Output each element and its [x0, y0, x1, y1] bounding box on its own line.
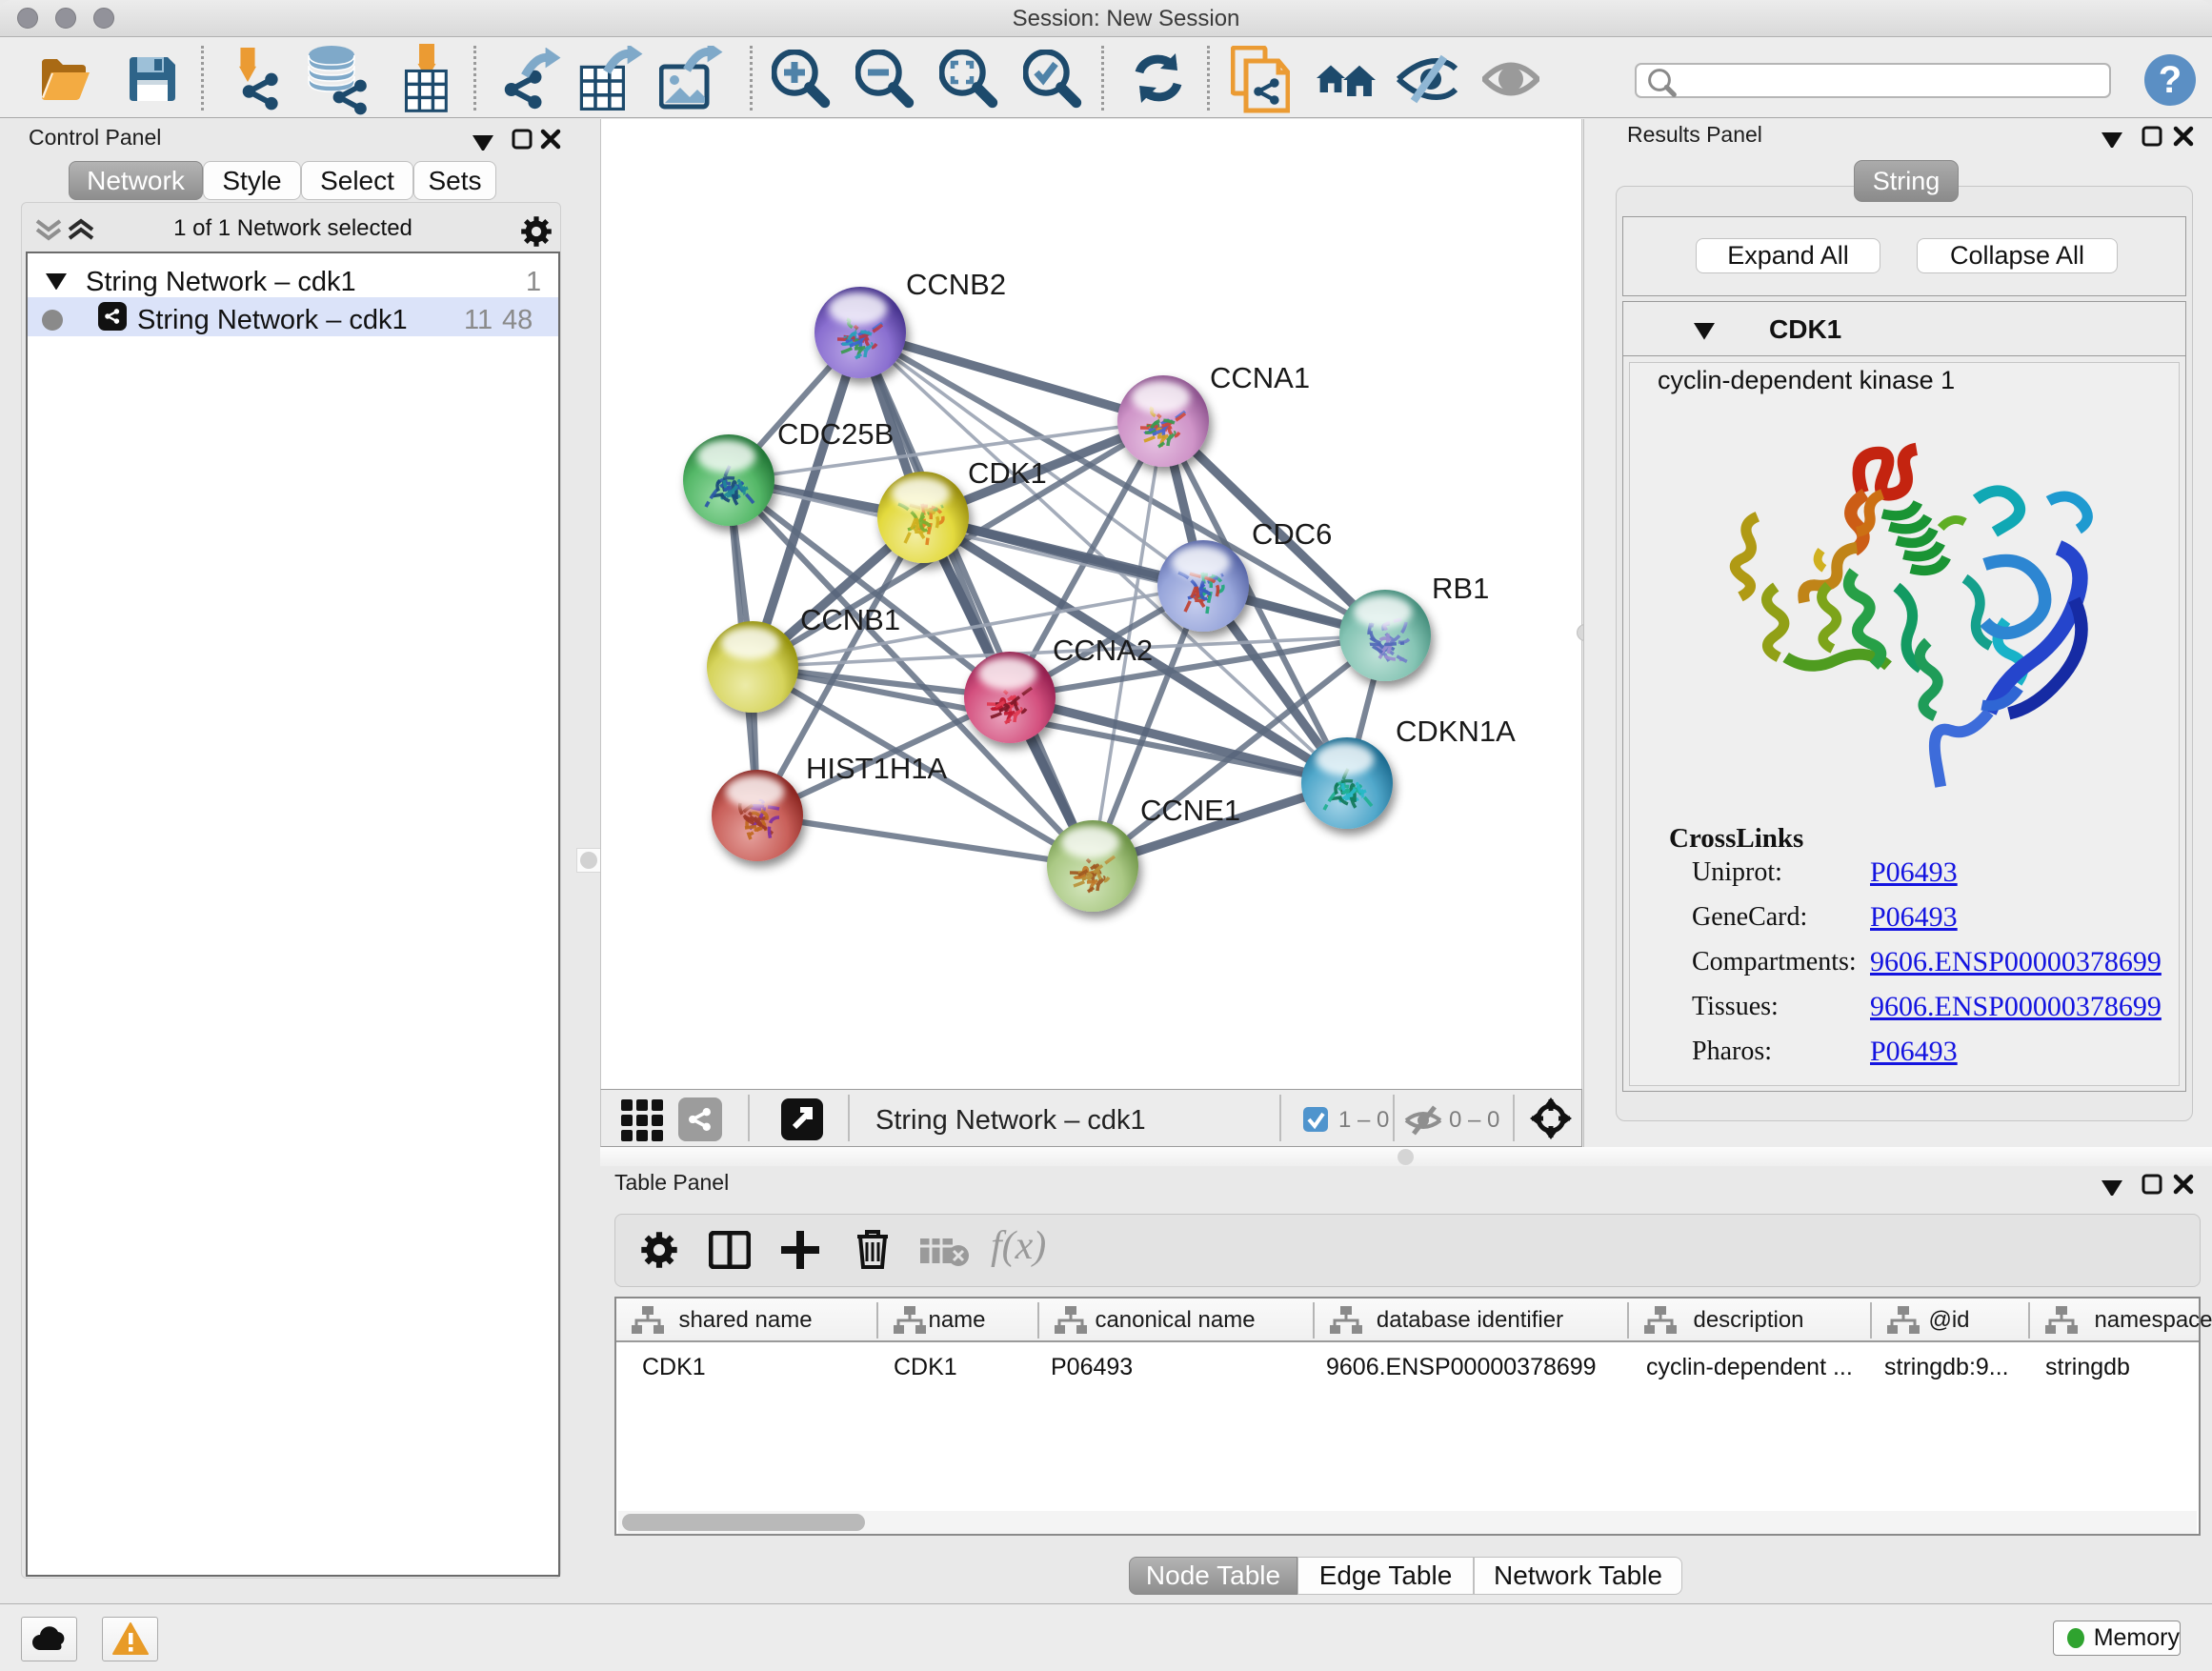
svg-text:RB1: RB1	[1432, 572, 1489, 605]
svg-text:CCNA2: CCNA2	[1053, 634, 1153, 667]
svg-text:CCNE1: CCNE1	[1140, 794, 1240, 827]
svg-text:CDKN1A: CDKN1A	[1396, 715, 1516, 748]
svg-text:HIST1H1A: HIST1H1A	[806, 752, 947, 785]
svg-text:?: ?	[2159, 59, 2182, 101]
svg-text:CDC25B: CDC25B	[777, 417, 894, 451]
svg-text:CDK1: CDK1	[968, 456, 1047, 490]
svg-text:CDC6: CDC6	[1252, 517, 1332, 551]
svg-text:CCNB2: CCNB2	[906, 268, 1006, 301]
svg-text:CCNB1: CCNB1	[800, 603, 900, 636]
svg-text:CCNA1: CCNA1	[1210, 361, 1310, 394]
